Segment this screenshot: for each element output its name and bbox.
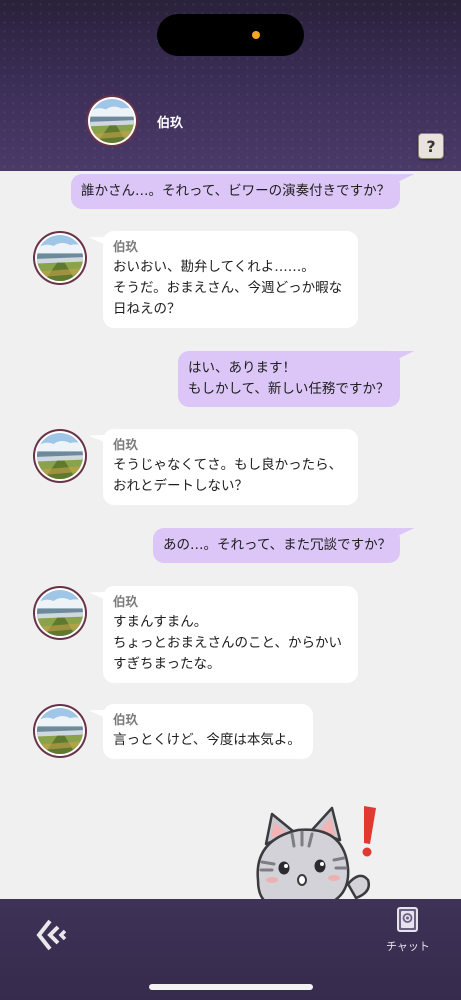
- home-indicator[interactable]: [149, 984, 313, 990]
- message-text: おいおい、勘弁してくれよ……。: [113, 259, 315, 275]
- avatar-image: [37, 235, 83, 281]
- sender-name: 伯玖: [113, 239, 139, 254]
- my-message: 誰かさん…。それって、ビワーの演奏付きですか？: [71, 174, 400, 209]
- avatar-image: [37, 590, 83, 636]
- contact-name: 伯玖: [157, 116, 184, 131]
- status-dot: [252, 31, 260, 39]
- message-text: おれとデートしない？: [113, 478, 248, 494]
- sender-name: 伯玖: [113, 712, 139, 727]
- message-text: そうじゃなくてさ。もし良かったら、: [113, 457, 343, 473]
- dynamic-island: [157, 14, 304, 56]
- received-message: 伯玖 言っとくけど、今度は本気よ。: [103, 704, 313, 759]
- sender-avatar[interactable]: [33, 704, 87, 758]
- my-message: あの…。それって、また冗談ですか？: [153, 528, 400, 563]
- help-button[interactable]: ?: [418, 133, 444, 159]
- message-text: はい、あります！: [188, 360, 296, 376]
- message-text: 誰かさん…。それって、ビワーの演奏付きですか？: [81, 183, 391, 199]
- cat-exclamation-icon: [256, 806, 376, 902]
- contact-avatar[interactable]: [86, 95, 138, 147]
- back-chevrons-icon[interactable]: [36, 918, 68, 952]
- message-text: ちょっとおまえさんのこと、からかい: [113, 635, 342, 651]
- chat-tab-label[interactable]: チャット: [378, 938, 438, 954]
- chat-book-icon[interactable]: [395, 906, 421, 934]
- sender-name: 伯玖: [113, 594, 139, 609]
- avatar-image: [37, 433, 83, 479]
- sender-avatar[interactable]: [33, 429, 87, 483]
- message-text: もしかして、新しい任務ですか？: [188, 381, 390, 397]
- sender-avatar[interactable]: [33, 586, 87, 640]
- received-message: 伯玖 そうじゃなくてさ。もし良かったら、 おれとデートしない？: [103, 429, 358, 505]
- sender-avatar[interactable]: [33, 231, 87, 285]
- received-message: 伯玖 おいおい、勘弁してくれよ……。 そうだ。おまえさん、今週どっか暇な 日ねえ…: [103, 231, 358, 328]
- message-text: そうだ。おまえさん、今週どっか暇な: [113, 280, 343, 296]
- avatar-image: [37, 708, 83, 754]
- received-message: 伯玖 すまんすまん。 ちょっとおまえさんのこと、からかい すぎちまったな。: [103, 586, 358, 683]
- chat-header: 伯玖 ?: [0, 0, 461, 171]
- message-text: 日ねえの？: [113, 301, 181, 317]
- my-message: はい、あります！ もしかして、新しい任務ですか？: [178, 351, 400, 407]
- message-text: 言っとくけど、今度は本気よ。: [113, 732, 301, 748]
- avatar-image: [90, 99, 134, 143]
- message-text: あの…。それって、また冗談ですか？: [163, 537, 392, 553]
- message-text: すまんすまん。: [113, 614, 208, 630]
- message-text: すぎちまったな。: [113, 656, 221, 672]
- sender-name: 伯玖: [113, 437, 139, 452]
